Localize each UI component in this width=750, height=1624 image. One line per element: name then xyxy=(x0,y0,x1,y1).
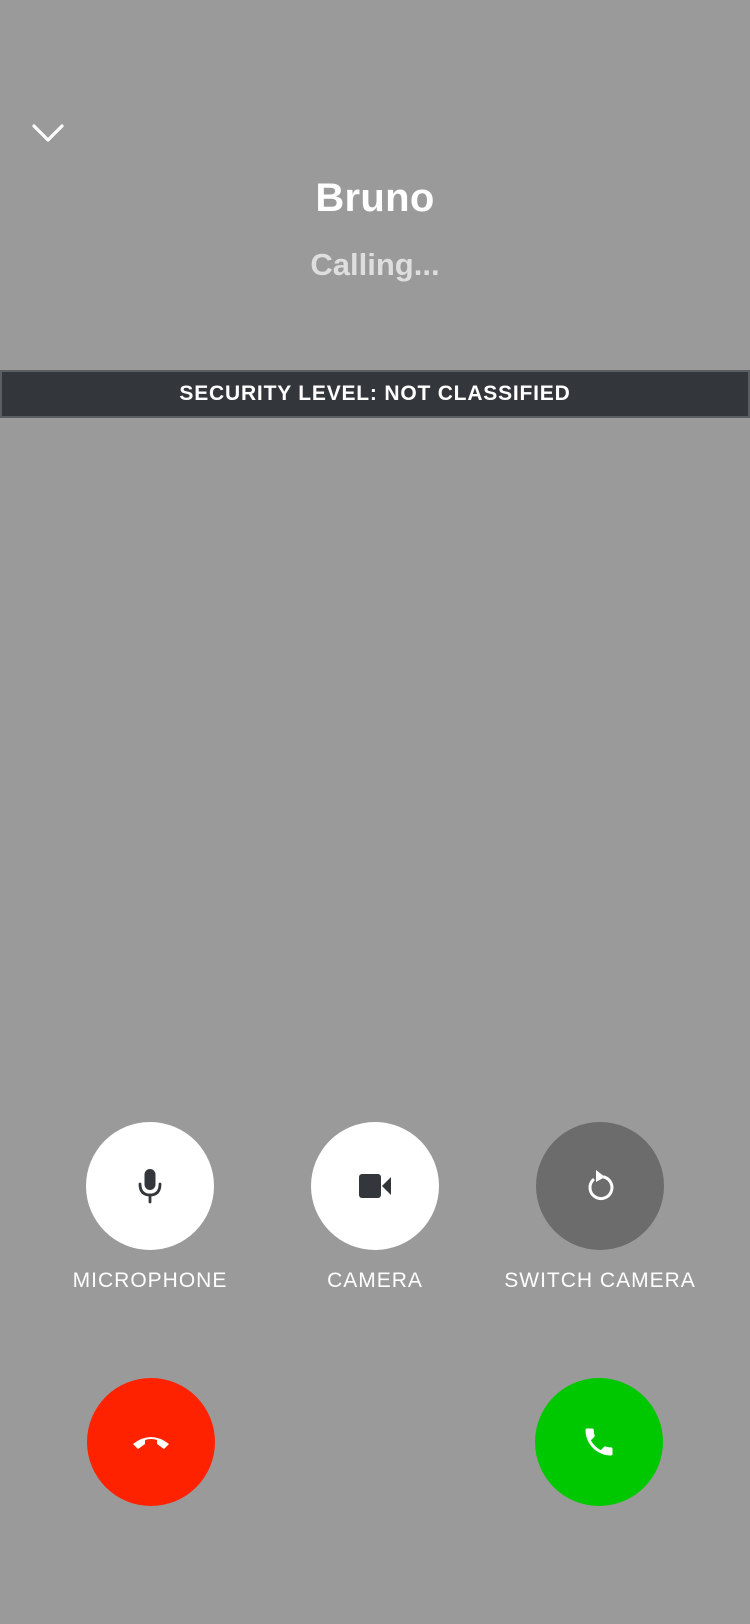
microphone-button[interactable] xyxy=(86,1122,214,1250)
video-camera-icon xyxy=(359,1174,391,1198)
microphone-label: MICROPHONE xyxy=(72,1269,228,1292)
call-status: Calling... xyxy=(310,247,440,282)
switch-camera-label: SWITCH CAMERA xyxy=(504,1269,696,1292)
microphone-icon xyxy=(138,1169,162,1204)
microphone-control: MICROPHONE xyxy=(25,1122,275,1293)
hang-up-icon xyxy=(133,1437,169,1449)
security-level-text: SECURITY LEVEL: NOT CLASSIFIED xyxy=(179,382,571,405)
camera-button[interactable] xyxy=(311,1122,439,1250)
phone-icon xyxy=(585,1428,613,1456)
collapse-button[interactable] xyxy=(28,113,68,153)
caller-name: Bruno xyxy=(315,176,435,220)
camera-label: CAMERA xyxy=(327,1269,423,1292)
accept-call-button[interactable] xyxy=(535,1378,663,1506)
switch-camera-control: SWITCH CAMERA xyxy=(475,1122,725,1293)
decline-call-button[interactable] xyxy=(87,1378,215,1506)
camera-control: CAMERA xyxy=(250,1122,500,1293)
switch-camera-button[interactable] xyxy=(536,1122,664,1250)
switch-camera-icon xyxy=(588,1170,614,1201)
security-level-banner: SECURITY LEVEL: NOT CLASSIFIED xyxy=(0,370,750,418)
chevron-down-icon xyxy=(32,123,64,142)
